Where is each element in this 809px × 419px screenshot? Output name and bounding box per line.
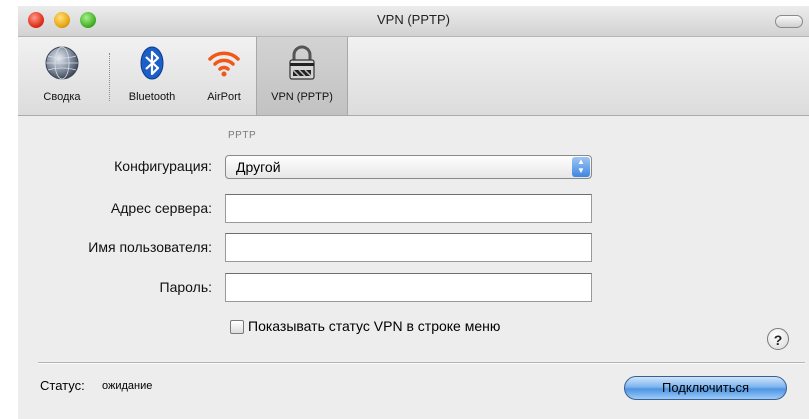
connect-button[interactable]: Подключиться — [624, 376, 787, 400]
vpn-window: VPN (PPTP) Сводка Bluetooth AirPort VPN … — [18, 6, 809, 419]
window-title: VPN (PPTP) — [377, 12, 450, 27]
lock-icon — [289, 45, 315, 80]
toolbar: Сводка Bluetooth AirPort VPN (PPTP) — [18, 37, 809, 116]
popup-arrows-icon: ▲ ▼ — [572, 157, 590, 177]
username-label: Имя пользователя: — [88, 239, 212, 255]
divider — [38, 362, 805, 364]
airport-wifi-icon — [208, 51, 240, 77]
toolbar-item-label: AirPort — [207, 91, 241, 103]
toolbar-item-label: Bluetooth — [128, 91, 176, 103]
toolbar-item-vpn-pptp[interactable]: VPN (PPTP) — [256, 37, 348, 115]
toolbar-separator — [109, 53, 110, 101]
password-field[interactable] — [225, 273, 592, 302]
server-address-label: Адрес сервера: — [110, 200, 212, 216]
globe-icon — [45, 46, 79, 80]
status-value: ожидание — [102, 380, 153, 392]
toolbar-item-label: Сводка — [43, 91, 81, 103]
username-field[interactable] — [225, 233, 592, 262]
toolbar-item-bluetooth[interactable]: Bluetooth — [114, 37, 190, 115]
toolbar-item-label: VPN (PPTP) — [271, 91, 333, 103]
bluetooth-icon — [140, 46, 164, 80]
configuration-popup[interactable]: Другой ▲ ▼ — [225, 155, 592, 179]
toolbar-item-summary[interactable]: Сводка — [18, 37, 106, 115]
configuration-label: Конфигурация: — [114, 158, 212, 174]
server-address-field[interactable] — [225, 194, 592, 223]
status-label: Статус: — [40, 378, 85, 393]
show-vpn-status-label[interactable]: Показывать статус VPN в строке меню — [248, 318, 500, 334]
help-button[interactable]: ? — [767, 328, 789, 350]
show-vpn-status-checkbox[interactable] — [230, 320, 244, 334]
configuration-value: Другой — [236, 159, 281, 175]
title-bar[interactable]: VPN (PPTP) — [18, 6, 809, 37]
section-label-pptp: PPTP — [228, 130, 257, 141]
password-label: Пароль: — [159, 279, 212, 295]
toolbar-toggle-button[interactable] — [775, 15, 803, 28]
toolbar-item-airport[interactable]: AirPort — [192, 37, 256, 115]
